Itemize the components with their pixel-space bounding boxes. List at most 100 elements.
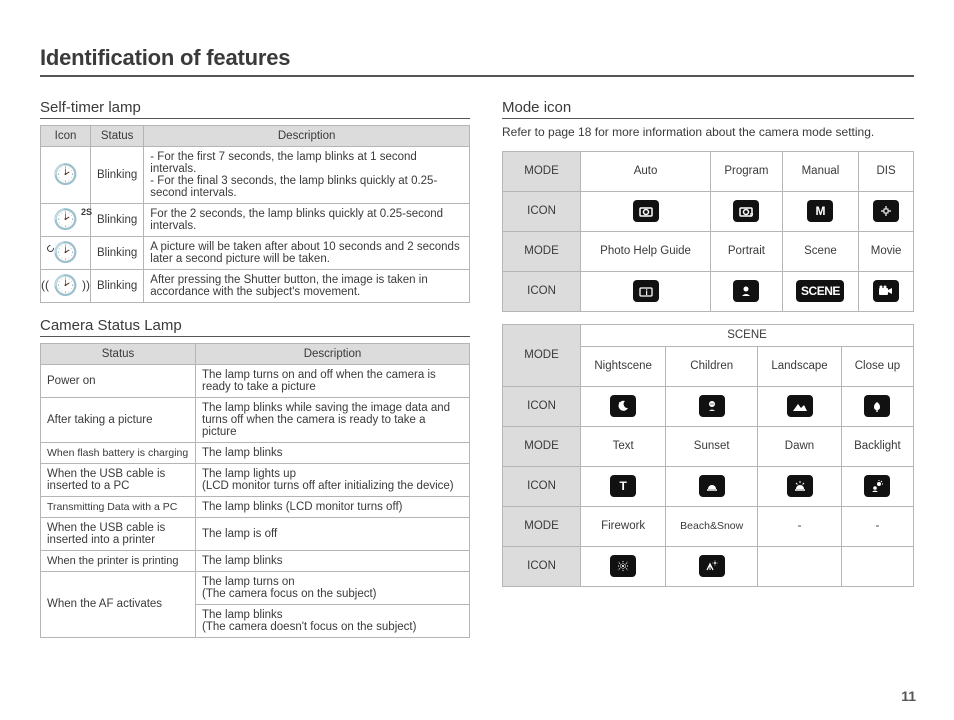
mode-cell: Auto — [581, 151, 711, 191]
desc-cell: The lamp turns on (The camera focus on t… — [196, 571, 470, 604]
status-cell: Power on — [41, 364, 196, 397]
desc-cell: The lamp turns on and off when the camer… — [196, 364, 470, 397]
mode-cell: Movie — [859, 231, 914, 271]
table-row: When the USB cable is inserted into a pr… — [41, 517, 470, 550]
row-head-icon: ICON — [503, 386, 581, 426]
col-desc: Description — [196, 343, 470, 364]
mode-icon-heading: Mode icon — [502, 99, 914, 119]
page-number: 11 — [901, 688, 916, 704]
page-title: Identification of features — [40, 45, 914, 77]
desc-cell: The lamp blinks — [196, 550, 470, 571]
row-head-mode: MODE — [503, 506, 581, 546]
col-icon: Icon — [41, 125, 91, 146]
table-row: MODE Photo Help Guide Portrait Scene Mov… — [503, 231, 914, 271]
row-head-icon: ICON — [503, 191, 581, 231]
mode-cell: Portrait — [711, 231, 783, 271]
camera-status-table: Status Description Power onThe lamp turn… — [40, 343, 470, 638]
scene-mode-icon: SCENE — [796, 280, 844, 302]
auto-mode-icon — [633, 200, 659, 222]
mode-cell: Scene — [782, 231, 858, 271]
col-status: Status — [41, 343, 196, 364]
right-column: Mode icon Refer to page 18 for more info… — [502, 95, 914, 638]
mode-cell: Beach&Snow — [666, 506, 758, 546]
camera-status-heading: Camera Status Lamp — [40, 317, 470, 337]
help-mode-icon: i — [633, 280, 659, 302]
row-head-icon: ICON — [503, 546, 581, 586]
status-cell: Blinking — [91, 269, 144, 302]
table-row: After taking a pictureThe lamp blinks wh… — [41, 397, 470, 442]
svg-text:i: i — [645, 288, 647, 297]
row-head-mode: MODE — [503, 426, 581, 466]
mode-cell: Children — [666, 346, 758, 386]
mode-cell: Text — [581, 426, 666, 466]
desc-cell: The lamp is off — [196, 517, 470, 550]
desc-cell: After pressing the Shutter button, the i… — [144, 269, 470, 302]
landscape-icon — [787, 395, 813, 417]
table-row: MODE Auto Program Manual DIS — [503, 151, 914, 191]
mode-cell: Manual — [782, 151, 858, 191]
mode-cell: DIS — [859, 151, 914, 191]
desc-cell: The lamp blinks — [196, 442, 470, 463]
movie-mode-icon — [873, 280, 899, 302]
mode-cell: Close up — [841, 346, 913, 386]
mode-cell: Nightscene — [581, 346, 666, 386]
status-cell: When the USB cable is inserted to a PC — [41, 463, 196, 496]
col-status: Status — [91, 125, 144, 146]
col-desc: Description — [144, 125, 470, 146]
status-cell: Blinking — [91, 146, 144, 203]
row-head-icon: ICON — [503, 466, 581, 506]
desc-cell: The lamp blinks (LCD monitor turns off) — [196, 496, 470, 517]
table-row: When the USB cable is inserted to a PCTh… — [41, 463, 470, 496]
mode-cell: Program — [711, 151, 783, 191]
content-columns: Self-timer lamp Icon Status Description … — [40, 95, 914, 638]
table-row: Transmitting Data with a PCThe lamp blin… — [41, 496, 470, 517]
row-head-mode: MODE — [503, 151, 581, 191]
table-row: When flash battery is chargingThe lamp b… — [41, 442, 470, 463]
dis-mode-icon — [873, 200, 899, 222]
self-timer-10s-icon: 🕑 — [53, 165, 78, 185]
table-row: ICON — [503, 386, 914, 426]
status-cell: Transmitting Data with a PC — [41, 496, 196, 517]
self-timer-heading: Self-timer lamp — [40, 99, 470, 119]
status-cell: After taking a picture — [41, 397, 196, 442]
row-head-mode: MODE — [503, 231, 581, 271]
table-row: ICON P M — [503, 191, 914, 231]
desc-cell: For the 2 seconds, the lamp blinks quick… — [144, 203, 470, 236]
children-icon — [699, 395, 725, 417]
manual-mode-icon: M — [807, 200, 833, 222]
desc-cell: The lamp blinks while saving the image d… — [196, 397, 470, 442]
status-cell: When the printer is printing — [41, 550, 196, 571]
table-row: When the AF activates The lamp turns on … — [41, 571, 470, 604]
table-row: MODE Text Sunset Dawn Backlight — [503, 426, 914, 466]
mode-cell: - — [758, 506, 842, 546]
desc-cell: A picture will be taken after about 10 s… — [144, 236, 470, 269]
table-row: 🕑 Blinking A picture will be taken after… — [41, 236, 470, 269]
table-row: 🕑 Blinking After pressing the Shutter bu… — [41, 269, 470, 302]
portrait-mode-icon — [733, 280, 759, 302]
status-cell: Blinking — [91, 203, 144, 236]
desc-cell: The lamp lights up (LCD monitor turns of… — [196, 463, 470, 496]
mode-cell: Photo Help Guide — [581, 231, 711, 271]
mode-cell: - — [841, 506, 913, 546]
table-row: ICON i SCENE — [503, 271, 914, 311]
table-row: MODE Firework Beach&Snow - - — [503, 506, 914, 546]
nightscene-icon — [610, 395, 636, 417]
status-cell: When flash battery is charging — [41, 442, 196, 463]
beach-snow-icon — [699, 555, 725, 577]
program-mode-icon: P — [733, 200, 759, 222]
mode-cell: Landscape — [758, 346, 842, 386]
motion-timer-icon: 🕑 — [47, 276, 84, 296]
row-head-mode: MODE — [503, 324, 581, 386]
desc-cell: - For the first 7 seconds, the lamp blin… — [144, 146, 470, 203]
svg-text:P: P — [750, 213, 753, 217]
text-icon: T — [610, 475, 636, 497]
mode-cell: Firework — [581, 506, 666, 546]
table-row: 🕑 Blinking - For the first 7 seconds, th… — [41, 146, 470, 203]
status-cell: Blinking — [91, 236, 144, 269]
left-column: Self-timer lamp Icon Status Description … — [40, 95, 470, 638]
dawn-icon — [787, 475, 813, 497]
desc-cell: The lamp blinks (The camera doesn't focu… — [196, 604, 470, 637]
table-row: ICON — [503, 546, 914, 586]
mode-table-scene: MODE SCENE Nightscene Children Landscape… — [502, 324, 914, 587]
self-timer-table: Icon Status Description 🕑 Blinking - For… — [40, 125, 470, 303]
